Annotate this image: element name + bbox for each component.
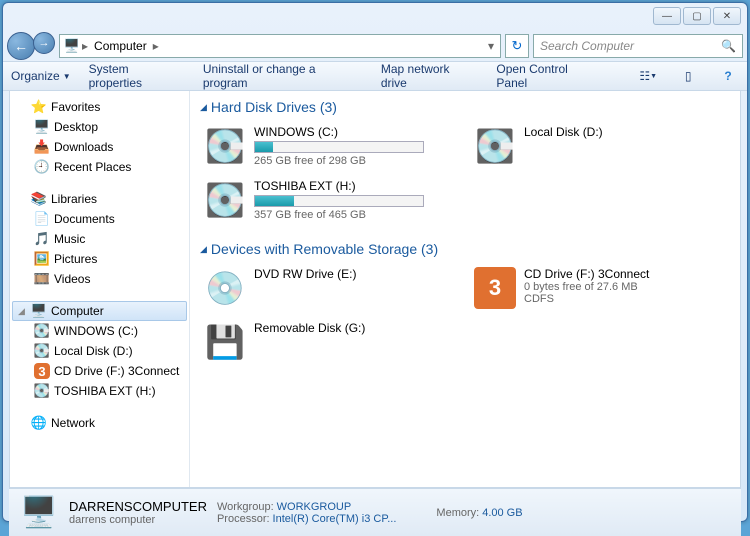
sidebar-item-documents[interactable]: 📄Documents	[12, 209, 187, 229]
drive-d[interactable]: 💽 Local Disk (D:)	[470, 121, 720, 171]
details-sub: darrens computer	[69, 514, 207, 526]
cd-icon: 3	[34, 363, 50, 379]
explorer-window: — ▢ ✕ ← → 🖥️ ▸ Computer ▸ ▾ ↻ Search Com…	[2, 2, 748, 522]
cd-3connect-icon: 3	[474, 267, 516, 309]
sidebar-item-downloads[interactable]: 📥Downloads	[12, 137, 187, 157]
hdd-icon: 💽	[204, 125, 246, 167]
drive-g[interactable]: 💾 Removable Disk (G:)	[200, 317, 450, 367]
usage-bar	[254, 141, 424, 153]
chevron-down-icon: ▼	[63, 72, 71, 81]
sidebar-network[interactable]: 🌐Network	[12, 413, 187, 433]
star-icon: ⭐	[31, 99, 47, 115]
sidebar-item-music[interactable]: 🎵Music	[12, 229, 187, 249]
drive-c[interactable]: 💽 WINDOWS (C:) 265 GB free of 298 GB	[200, 121, 450, 171]
chevron-right-icon: ▸	[80, 39, 90, 53]
close-button[interactable]: ✕	[713, 7, 741, 25]
music-icon: 🎵	[34, 231, 50, 247]
uninstall-button[interactable]: Uninstall or change a program	[203, 62, 363, 90]
forward-button[interactable]: →	[33, 32, 55, 54]
collapse-icon: ◢	[200, 244, 207, 255]
sidebar-item-drive-f[interactable]: 3CD Drive (F:) 3Connect	[12, 361, 187, 381]
toolbar: Organize ▼ System properties Uninstall o…	[3, 61, 747, 91]
help-button[interactable]: ?	[717, 65, 739, 87]
removable-icon: 💾	[204, 321, 246, 363]
sidebar-item-recent[interactable]: 🕘Recent Places	[12, 157, 187, 177]
view-options-button[interactable]: ☷▼	[637, 65, 659, 87]
navbar: ← → 🖥️ ▸ Computer ▸ ▾ ↻ Search Computer …	[3, 31, 747, 61]
usage-bar	[254, 195, 424, 207]
titlebar: — ▢ ✕	[3, 3, 747, 31]
computer-icon: 🖥️	[19, 493, 59, 533]
sidebar: ⭐Favorites 🖥️Desktop 📥Downloads 🕘Recent …	[10, 91, 190, 487]
drive-icon: 💽	[34, 323, 50, 339]
hdd-icon: 💽	[204, 179, 246, 221]
section-removable[interactable]: ◢Devices with Removable Storage (3)	[200, 239, 730, 263]
sidebar-item-drive-c[interactable]: 💽WINDOWS (C:)	[12, 321, 187, 341]
sidebar-item-desktop[interactable]: 🖥️Desktop	[12, 117, 187, 137]
desktop-icon: 🖥️	[34, 119, 50, 135]
sidebar-item-pictures[interactable]: 🖼️Pictures	[12, 249, 187, 269]
maximize-button[interactable]: ▢	[683, 7, 711, 25]
sidebar-item-drive-d[interactable]: 💽Local Disk (D:)	[12, 341, 187, 361]
chevron-down-icon[interactable]: ▾	[486, 39, 496, 53]
sidebar-favorites[interactable]: ⭐Favorites	[12, 97, 187, 117]
back-button[interactable]: ←	[7, 32, 35, 60]
computer-icon: 🖥️	[64, 38, 80, 54]
expand-icon: ◢	[18, 306, 27, 317]
drive-icon: 💽	[34, 383, 50, 399]
breadcrumb-computer[interactable]: Computer	[90, 39, 151, 53]
system-properties-button[interactable]: System properties	[89, 62, 185, 90]
details-name: DARRENSCOMPUTER	[69, 499, 207, 514]
sidebar-item-videos[interactable]: 🎞️Videos	[12, 269, 187, 289]
chevron-right-icon: ▸	[151, 39, 161, 53]
computer-icon: 🖥️	[31, 303, 47, 319]
main-pane: ◢Hard Disk Drives (3) 💽 WINDOWS (C:) 265…	[190, 91, 740, 487]
organize-menu[interactable]: Organize ▼	[11, 69, 71, 83]
section-hdd[interactable]: ◢Hard Disk Drives (3)	[200, 97, 730, 121]
recent-icon: 🕘	[34, 159, 50, 175]
downloads-icon: 📥	[34, 139, 50, 155]
videos-icon: 🎞️	[34, 271, 50, 287]
search-icon: 🔍	[721, 39, 736, 53]
map-drive-button[interactable]: Map network drive	[381, 62, 479, 90]
dvd-icon: 💿	[204, 267, 246, 309]
refresh-button[interactable]: ↻	[505, 34, 529, 58]
documents-icon: 📄	[34, 211, 50, 227]
drive-e[interactable]: 💿 DVD RW Drive (E:)	[200, 263, 450, 313]
drive-f[interactable]: 3 CD Drive (F:) 3Connect 0 bytes free of…	[470, 263, 720, 313]
sidebar-computer[interactable]: ◢🖥️Computer	[12, 301, 187, 321]
drive-icon: 💽	[34, 343, 50, 359]
search-placeholder: Search Computer	[540, 39, 634, 53]
preview-pane-button[interactable]: ▯	[677, 65, 699, 87]
details-pane: 🖥️ DARRENSCOMPUTER darrens computer Work…	[9, 488, 741, 536]
hdd-icon: 💽	[474, 125, 516, 167]
sidebar-item-drive-h[interactable]: 💽TOSHIBA EXT (H:)	[12, 381, 187, 401]
drive-h[interactable]: 💽 TOSHIBA EXT (H:) 357 GB free of 465 GB	[200, 175, 450, 225]
libraries-icon: 📚	[31, 191, 47, 207]
minimize-button[interactable]: —	[653, 7, 681, 25]
search-input[interactable]: Search Computer 🔍	[533, 34, 743, 58]
control-panel-button[interactable]: Open Control Panel	[496, 62, 601, 90]
sidebar-libraries[interactable]: 📚Libraries	[12, 189, 187, 209]
pictures-icon: 🖼️	[34, 251, 50, 267]
collapse-icon: ◢	[200, 102, 207, 113]
address-bar[interactable]: 🖥️ ▸ Computer ▸ ▾	[59, 34, 501, 58]
network-icon: 🌐	[31, 415, 47, 431]
